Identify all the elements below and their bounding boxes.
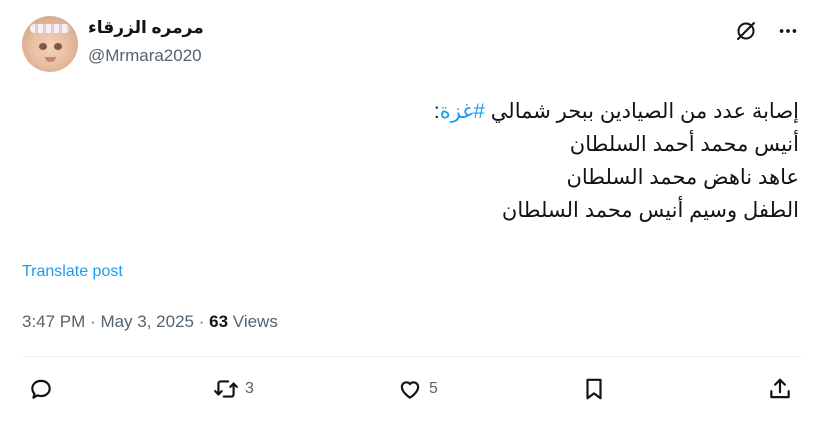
grok-icon[interactable] <box>733 18 759 44</box>
retweet-count: 3 <box>245 380 254 397</box>
reply-button[interactable] <box>28 376 54 402</box>
author-handle[interactable]: @Mrmara2020 <box>88 46 202 66</box>
meta-separator: · <box>198 312 210 331</box>
share-button[interactable] <box>767 376 793 402</box>
top-right-actions <box>733 18 801 44</box>
bookmark-icon <box>586 378 602 400</box>
bookmark-button[interactable] <box>581 376 607 402</box>
tweet-line1-prefix: إصابة عدد من الصيادين ببحر شمالي <box>484 100 799 123</box>
retweet-icon <box>214 380 238 398</box>
like-button[interactable]: 5 <box>397 376 438 402</box>
avatar-mouth <box>45 57 56 62</box>
tweet-body: أنيس محمد أحمد السلطان عاهد ناهض محمد ال… <box>501 133 799 222</box>
hashtag-link[interactable]: #غزة <box>440 100 485 123</box>
views-count: 63 <box>209 312 229 331</box>
tweet-meta: 3:47 PM · May 3, 2025 · 63 Views <box>22 312 278 332</box>
tweet-text: إصابة عدد من الصيادين ببحر شمالي #غزة: أ… <box>179 95 799 227</box>
like-icon <box>400 381 420 399</box>
avatar-headband <box>30 24 70 33</box>
more-icon[interactable] <box>775 18 801 44</box>
tweet-date[interactable]: May 3, 2025 <box>100 312 194 331</box>
divider <box>22 356 801 357</box>
retweet-button[interactable]: 3 <box>213 376 254 402</box>
author-display-name[interactable]: مرمره الزرقاء <box>88 18 204 38</box>
avatar-eye-left <box>39 43 47 50</box>
share-icon <box>770 378 790 399</box>
translate-post-link[interactable]: Translate post <box>22 263 123 281</box>
reply-icon <box>31 379 51 399</box>
tweet-time[interactable]: 3:47 PM <box>22 312 85 331</box>
avatar-eye-right <box>54 43 62 50</box>
avatar[interactable] <box>22 16 78 72</box>
views-label: Views <box>232 312 278 331</box>
like-count: 5 <box>429 380 438 397</box>
meta-separator: · <box>90 312 101 331</box>
